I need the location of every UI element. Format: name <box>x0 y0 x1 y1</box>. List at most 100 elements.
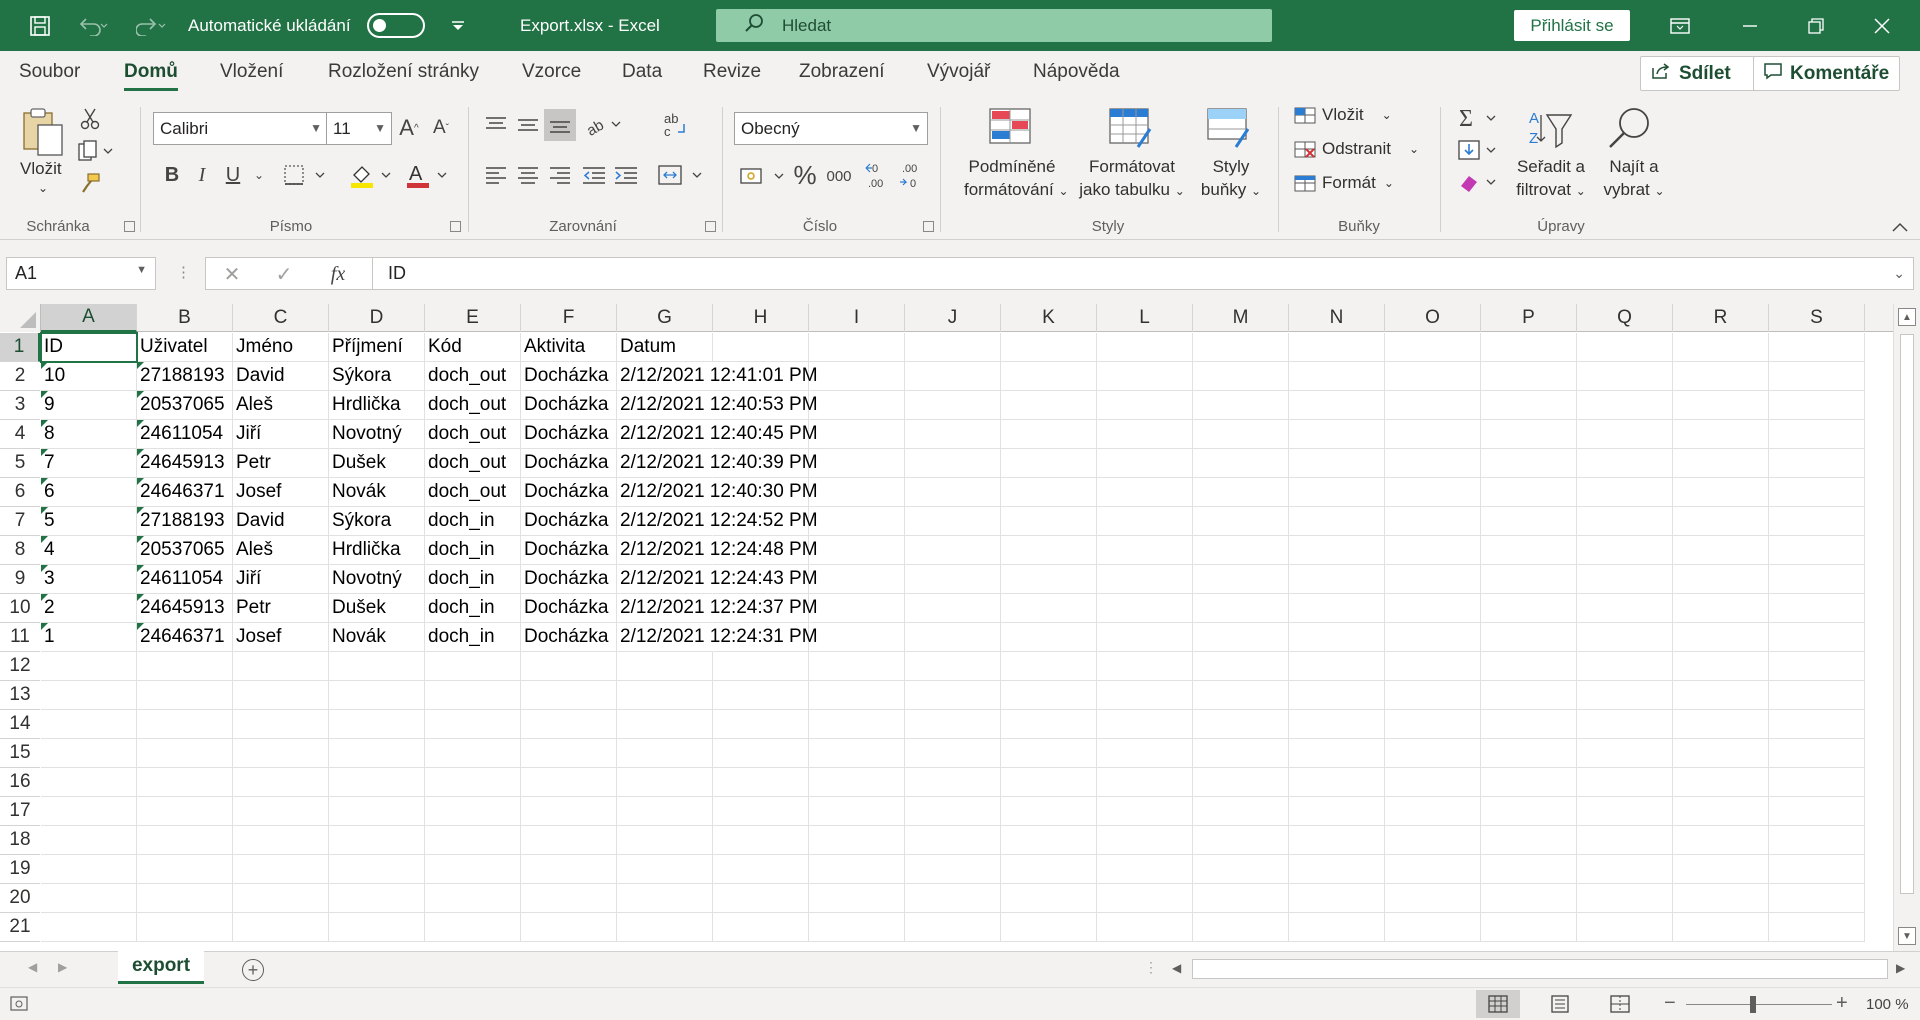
autosave-toggle[interactable] <box>367 13 425 38</box>
cell-M5[interactable] <box>1193 449 1289 478</box>
format-painter-icon[interactable] <box>78 171 102 195</box>
cell-C19[interactable] <box>233 855 329 884</box>
merge-center-icon[interactable] <box>656 161 706 189</box>
cell-N9[interactable] <box>1289 565 1385 594</box>
cell-P14[interactable] <box>1481 710 1577 739</box>
format-cells-button[interactable]: Formát ⌄ <box>1294 173 1394 193</box>
prev-sheet-icon[interactable]: ◀ <box>28 960 37 974</box>
scroll-down-icon[interactable]: ▼ <box>1898 927 1916 945</box>
cancel-icon[interactable]: ✕ <box>220 262 244 286</box>
number-format-combo[interactable]: Obecný ▼ <box>734 112 928 145</box>
expand-formula-icon[interactable]: ⌄ <box>1893 265 1905 282</box>
cell-L3[interactable] <box>1097 391 1193 420</box>
cell-F2[interactable]: Docházka <box>521 362 617 391</box>
cell-N16[interactable] <box>1289 768 1385 797</box>
cell-O3[interactable] <box>1385 391 1481 420</box>
cell-G11[interactable]: 2/12/2021 12:24:31 PM <box>617 623 818 652</box>
cell-G3[interactable]: 2/12/2021 12:40:53 PM <box>617 391 818 420</box>
cell-S5[interactable] <box>1769 449 1865 478</box>
cell-M15[interactable] <box>1193 739 1289 768</box>
cell-N1[interactable] <box>1289 333 1385 362</box>
cell-L8[interactable] <box>1097 536 1193 565</box>
cell-P8[interactable] <box>1481 536 1577 565</box>
cell-I2[interactable] <box>809 362 905 391</box>
cut-icon[interactable] <box>78 107 102 131</box>
cell-P3[interactable] <box>1481 391 1577 420</box>
cell-F19[interactable] <box>521 855 617 884</box>
cell-O4[interactable] <box>1385 420 1481 449</box>
cell-E12[interactable] <box>425 652 521 681</box>
scroll-left-icon[interactable]: ◀ <box>1172 961 1181 975</box>
cell-N7[interactable] <box>1289 507 1385 536</box>
cell-F11[interactable]: Docházka <box>521 623 617 652</box>
align-center-icon[interactable] <box>514 163 542 187</box>
cell-P16[interactable] <box>1481 768 1577 797</box>
scroll-up-icon[interactable]: ▲ <box>1898 308 1916 326</box>
page-break-view-icon[interactable] <box>1598 990 1642 1018</box>
cell-H1[interactable] <box>713 333 809 362</box>
cell-C11[interactable]: Josef <box>233 623 329 652</box>
cell-H18[interactable] <box>713 826 809 855</box>
cell-H16[interactable] <box>713 768 809 797</box>
horizontal-scroll-thumb[interactable] <box>1192 959 1888 979</box>
decrease-font-size-icon[interactable]: Aˇ <box>428 115 454 141</box>
cell-N20[interactable] <box>1289 884 1385 913</box>
cell-Q10[interactable] <box>1577 594 1673 623</box>
cell-D17[interactable] <box>329 797 425 826</box>
cell-O11[interactable] <box>1385 623 1481 652</box>
cell-N19[interactable] <box>1289 855 1385 884</box>
cell-M6[interactable] <box>1193 478 1289 507</box>
row-header-12[interactable]: 12 <box>0 652 40 681</box>
cell-D18[interactable] <box>329 826 425 855</box>
cell-O7[interactable] <box>1385 507 1481 536</box>
cell-M12[interactable] <box>1193 652 1289 681</box>
cell-K18[interactable] <box>1001 826 1097 855</box>
cell-G12[interactable] <box>617 652 713 681</box>
cell-R14[interactable] <box>1673 710 1769 739</box>
cell-R15[interactable] <box>1673 739 1769 768</box>
cell-B21[interactable] <box>137 913 233 942</box>
cell-B20[interactable] <box>137 884 233 913</box>
cell-R19[interactable] <box>1673 855 1769 884</box>
cell-R7[interactable] <box>1673 507 1769 536</box>
cell-C6[interactable]: Josef <box>233 478 329 507</box>
formula-input[interactable]: ID ⌄ <box>372 257 1914 290</box>
zoom-in-icon[interactable]: + <box>1836 992 1848 1015</box>
cell-M1[interactable] <box>1193 333 1289 362</box>
cell-M10[interactable] <box>1193 594 1289 623</box>
tab-insert[interactable]: Vložení <box>220 61 283 83</box>
font-name-combo[interactable]: Calibri ▼ <box>153 112 328 145</box>
cell-E10[interactable]: doch_in <box>425 594 521 623</box>
cell-Q3[interactable] <box>1577 391 1673 420</box>
tab-data[interactable]: Data <box>622 61 662 83</box>
tab-help[interactable]: Nápověda <box>1033 61 1120 83</box>
cell-E7[interactable]: doch_in <box>425 507 521 536</box>
cell-I6[interactable] <box>809 478 905 507</box>
cell-Q15[interactable] <box>1577 739 1673 768</box>
cell-E2[interactable]: doch_out <box>425 362 521 391</box>
cell-I21[interactable] <box>809 913 905 942</box>
scroll-right-icon[interactable]: ▶ <box>1896 961 1905 975</box>
cell-P13[interactable] <box>1481 681 1577 710</box>
fill-icon[interactable] <box>1456 137 1502 163</box>
cell-L19[interactable] <box>1097 855 1193 884</box>
column-header-E[interactable]: E <box>425 304 521 332</box>
cell-D15[interactable] <box>329 739 425 768</box>
tab-developer[interactable]: Vývojář <box>927 61 990 83</box>
cell-E11[interactable]: doch_in <box>425 623 521 652</box>
cell-Q2[interactable] <box>1577 362 1673 391</box>
cell-D3[interactable]: Hrdlička <box>329 391 425 420</box>
row-header-8[interactable]: 8 <box>0 536 40 565</box>
cell-H21[interactable] <box>713 913 809 942</box>
cell-J1[interactable] <box>905 333 1001 362</box>
cell-A8[interactable]: 4 <box>41 536 137 565</box>
cell-R17[interactable] <box>1673 797 1769 826</box>
vertical-scroll-thumb[interactable] <box>1900 334 1914 894</box>
cell-F17[interactable] <box>521 797 617 826</box>
cell-M18[interactable] <box>1193 826 1289 855</box>
cell-Q5[interactable] <box>1577 449 1673 478</box>
cell-M9[interactable] <box>1193 565 1289 594</box>
cell-E8[interactable]: doch_in <box>425 536 521 565</box>
cell-M8[interactable] <box>1193 536 1289 565</box>
cell-K15[interactable] <box>1001 739 1097 768</box>
